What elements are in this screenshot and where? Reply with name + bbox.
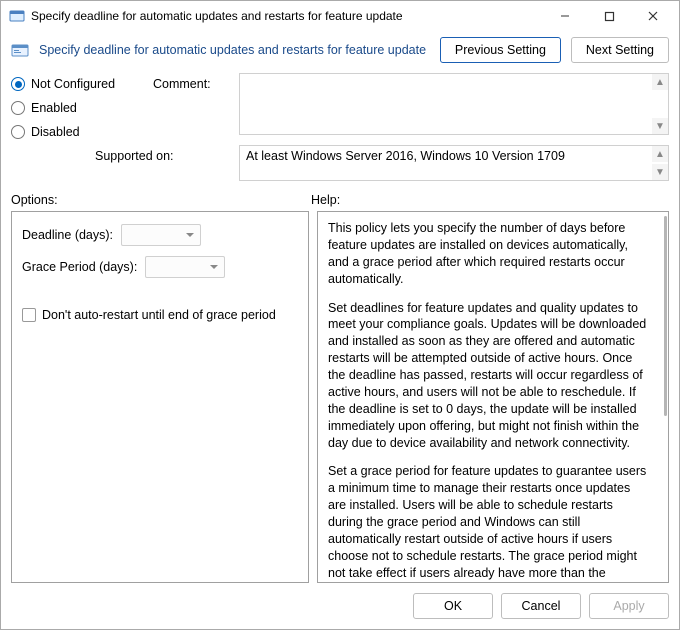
scrollbar-thumb-icon[interactable] [664,216,667,416]
radio-label: Disabled [31,125,80,139]
radio-not-configured[interactable]: Not Configured [11,77,143,91]
cancel-button[interactable]: Cancel [501,593,581,619]
maximize-button[interactable] [587,1,631,31]
help-section-label: Help: [311,193,669,207]
help-scrollbar[interactable] [662,212,668,582]
previous-setting-button[interactable]: Previous Setting [440,37,561,63]
ok-button[interactable]: OK [413,593,493,619]
help-paragraph: Set a grace period for feature updates t… [328,463,648,582]
policy-icon [11,41,29,59]
grace-combo[interactable] [145,256,225,278]
radio-enabled[interactable]: Enabled [11,101,143,115]
supported-on-field: At least Windows Server 2016, Windows 10… [239,145,669,181]
supported-on-value: At least Windows Server 2016, Windows 10… [240,146,583,166]
auto-restart-checkbox-row[interactable]: Don't auto-restart until end of grace pe… [22,308,298,322]
radio-label: Enabled [31,101,77,115]
comment-label: Comment: [153,73,233,135]
minimize-button[interactable] [543,1,587,31]
upper-config-area: Not Configured Enabled Disabled Comment:… [1,73,679,187]
scroll-down-icon[interactable]: ▼ [652,164,668,180]
checkbox-icon [22,308,36,322]
radio-disabled[interactable]: Disabled [11,125,143,139]
header-row: Specify deadline for automatic updates a… [1,31,679,73]
window-titlebar: Specify deadline for automatic updates a… [1,1,679,31]
state-radio-group: Not Configured Enabled Disabled [11,73,143,181]
radio-icon [11,125,25,139]
help-text: This policy lets you specify the number … [318,212,668,582]
radio-icon [11,77,25,91]
help-panel: This policy lets you specify the number … [317,211,669,583]
close-button[interactable] [631,1,675,31]
window-title: Specify deadline for automatic updates a… [31,9,543,23]
help-paragraph: Set deadlines for feature updates and qu… [328,300,648,452]
grace-field-row: Grace Period (days): [22,256,298,278]
deadline-label: Deadline (days): [22,228,113,242]
app-icon [9,8,25,24]
panels-row: Deadline (days): Grace Period (days): Do… [1,211,679,583]
policy-title: Specify deadline for automatic updates a… [39,43,430,57]
radio-icon [11,101,25,115]
comment-textarea[interactable]: ▲ ▼ [239,73,669,135]
fields-column: Comment: ▲ ▼ Supported on: At least Wind… [153,73,669,181]
scroll-up-icon[interactable]: ▲ [652,146,668,162]
options-section-label: Options: [11,193,311,207]
auto-restart-checkbox-label: Don't auto-restart until end of grace pe… [42,308,276,322]
next-setting-button[interactable]: Next Setting [571,37,669,63]
radio-label: Not Configured [31,77,115,91]
options-panel: Deadline (days): Grace Period (days): Do… [11,211,309,583]
dialog-button-row: OK Cancel Apply [1,583,679,629]
scroll-up-icon[interactable]: ▲ [652,74,668,90]
section-labels-row: Options: Help: [1,187,679,211]
grace-label: Grace Period (days): [22,260,137,274]
deadline-combo[interactable] [121,224,201,246]
deadline-field-row: Deadline (days): [22,224,298,246]
supported-on-label: Supported on: [95,145,233,163]
apply-button[interactable]: Apply [589,593,669,619]
help-paragraph: This policy lets you specify the number … [328,220,648,288]
scroll-down-icon[interactable]: ▼ [652,118,668,134]
